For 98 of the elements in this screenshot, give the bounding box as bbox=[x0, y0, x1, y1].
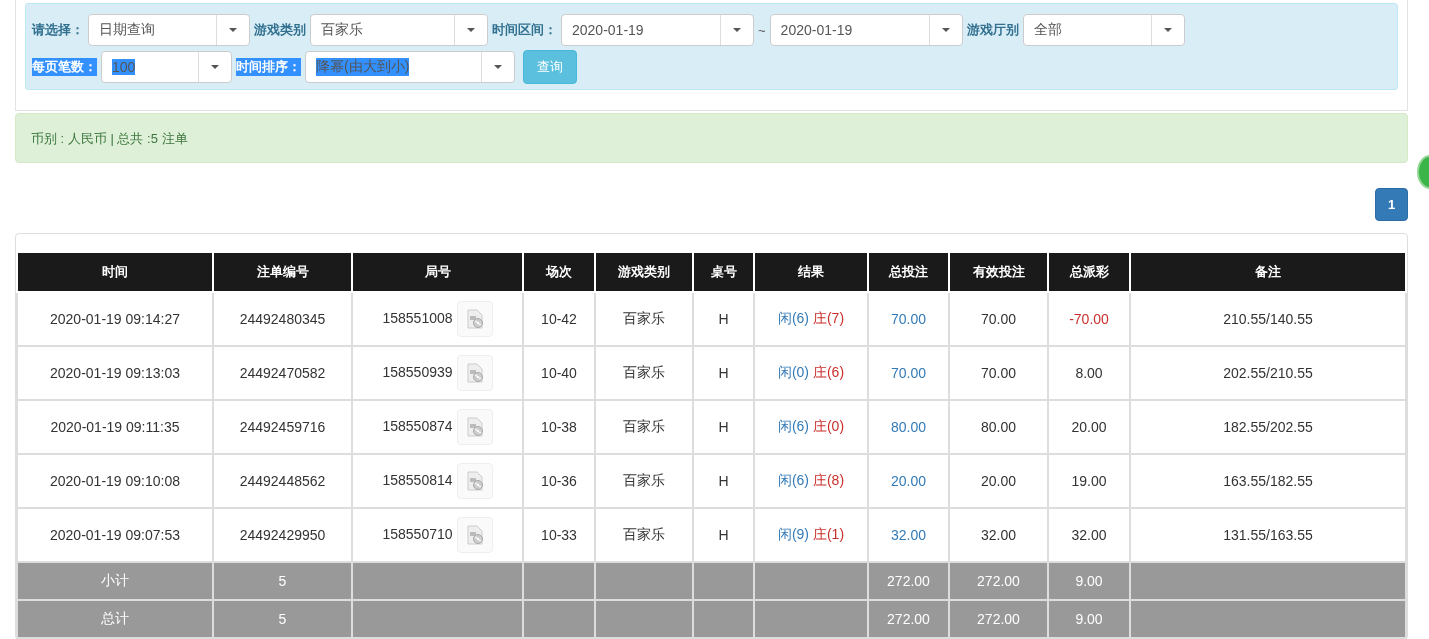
table-cell: 10-38 bbox=[523, 400, 595, 454]
caret-icon bbox=[229, 28, 237, 32]
table-cell[interactable]: 80.00 bbox=[868, 400, 949, 454]
table-cell: 10-40 bbox=[523, 346, 595, 400]
table-cell: 2020-01-19 09:14:27 bbox=[17, 292, 213, 346]
table-cell: 2020-01-19 09:10:08 bbox=[17, 454, 213, 508]
column-header: 总投注 bbox=[868, 253, 949, 292]
date-select-field[interactable]: 2020-01-19 bbox=[769, 14, 963, 46]
player-result: 闲(0) bbox=[777, 364, 810, 380]
player-result: 闲(6) bbox=[777, 310, 810, 326]
table-cell: H bbox=[693, 454, 754, 508]
caret-icon bbox=[494, 65, 502, 69]
table-cell: 19.00 bbox=[1048, 454, 1130, 508]
table-cell: 24492470582 bbox=[213, 346, 352, 400]
table-cell: 2020-01-19 09:13:03 bbox=[17, 346, 213, 400]
column-header: 结果 bbox=[754, 253, 868, 292]
table-cell: 2020-01-19 09:11:35 bbox=[17, 400, 213, 454]
total-cell: 5 bbox=[213, 600, 352, 638]
table-cell: 182.55/202.55 bbox=[1130, 400, 1406, 454]
table-cell: H bbox=[693, 400, 754, 454]
banker-result: 庄(8) bbox=[812, 472, 845, 488]
filter-label: 时间区间： bbox=[492, 21, 557, 39]
table-cell: 10-42 bbox=[523, 292, 595, 346]
column-header: 注单编号 bbox=[213, 253, 352, 292]
table-cell: 20.00 bbox=[949, 454, 1048, 508]
banker-result: 庄(7) bbox=[812, 310, 845, 326]
table-cell: 20.00 bbox=[1048, 400, 1130, 454]
video-replay-icon[interactable] bbox=[456, 301, 493, 337]
total-cell: 总计 bbox=[17, 600, 213, 638]
column-header: 总派彩 bbox=[1048, 253, 1130, 292]
banker-result: 庄(6) bbox=[812, 364, 845, 380]
total-cell: 272.00 bbox=[949, 600, 1048, 638]
table-cell: 163.55/182.55 bbox=[1130, 454, 1406, 508]
player-result: 闲(6) bbox=[777, 472, 810, 488]
table-cell[interactable]: 70.00 bbox=[868, 346, 949, 400]
caret-icon bbox=[733, 28, 741, 32]
range-separator: ~ bbox=[758, 22, 766, 38]
table-cell: H bbox=[693, 346, 754, 400]
column-header: 游戏类别 bbox=[595, 253, 693, 292]
table-cell: 158550874 bbox=[382, 417, 453, 434]
column-header: 场次 bbox=[523, 253, 595, 292]
table-cell: 百家乐 bbox=[595, 454, 693, 508]
video-replay-icon[interactable] bbox=[456, 517, 493, 553]
caret-icon bbox=[467, 28, 475, 32]
video-replay-icon[interactable] bbox=[456, 355, 493, 391]
player-result: 闲(6) bbox=[777, 418, 810, 434]
column-header: 桌号 bbox=[693, 253, 754, 292]
filter-label: 每页笔数： bbox=[32, 58, 97, 76]
column-header: 时间 bbox=[17, 253, 213, 292]
date-select-field[interactable]: 2020-01-19 bbox=[561, 14, 754, 46]
banker-result: 庄(1) bbox=[812, 526, 845, 542]
table-cell: 8.00 bbox=[1048, 346, 1130, 400]
banker-result: 庄(0) bbox=[812, 418, 845, 434]
table-cell: 158550710 bbox=[382, 525, 453, 542]
caret-icon bbox=[1163, 28, 1172, 32]
table-cell: 百家乐 bbox=[595, 400, 693, 454]
table-cell: 70.00 bbox=[949, 292, 1048, 346]
select-field[interactable]: 百家乐 bbox=[310, 14, 488, 46]
select-field[interactable]: 日期查询 bbox=[88, 14, 250, 46]
table-cell[interactable]: 20.00 bbox=[868, 454, 949, 508]
table-cell: 158550939 bbox=[382, 363, 453, 380]
table-cell: -70.00 bbox=[1048, 292, 1130, 346]
total-cell: 9.00 bbox=[1048, 562, 1130, 600]
total-cell: 5 bbox=[213, 562, 352, 600]
table-cell: 24492459716 bbox=[213, 400, 352, 454]
column-header: 有效投注 bbox=[949, 253, 1048, 292]
table-cell[interactable]: 70.00 bbox=[868, 292, 949, 346]
table-cell: 24492480345 bbox=[213, 292, 352, 346]
filter-label: 时间排序： bbox=[236, 58, 301, 76]
column-header: 备注 bbox=[1130, 253, 1406, 292]
column-header: 局号 bbox=[352, 253, 523, 292]
table-cell: 210.55/140.55 bbox=[1130, 292, 1406, 346]
caret-icon bbox=[211, 65, 219, 69]
table-cell: 158550814 bbox=[382, 471, 453, 488]
total-cell: 9.00 bbox=[1048, 600, 1130, 638]
summary-alert: 币别 : 人民币 | 总共 :5 注单 bbox=[15, 113, 1408, 163]
table-cell: 158551008 bbox=[382, 309, 453, 326]
page-button[interactable]: 1 bbox=[1375, 188, 1408, 221]
total-cell: 272.00 bbox=[949, 562, 1048, 600]
table-cell: 202.55/210.55 bbox=[1130, 346, 1406, 400]
total-cell: 272.00 bbox=[868, 562, 949, 600]
player-result: 闲(9) bbox=[777, 526, 810, 542]
table-cell: 百家乐 bbox=[595, 292, 693, 346]
caret-icon bbox=[941, 28, 950, 32]
table-cell: 24492448562 bbox=[213, 454, 352, 508]
video-replay-icon[interactable] bbox=[456, 409, 493, 445]
filter-label: 请选择： bbox=[32, 21, 84, 39]
table-cell: 百家乐 bbox=[595, 346, 693, 400]
table-cell: 10-36 bbox=[523, 454, 595, 508]
table-cell: 80.00 bbox=[949, 400, 1048, 454]
video-replay-icon[interactable] bbox=[456, 463, 493, 499]
total-cell: 272.00 bbox=[868, 600, 949, 638]
filter-label: 游戏厅别 bbox=[966, 21, 1019, 39]
total-cell: 小计 bbox=[17, 562, 213, 600]
table-cell: 70.00 bbox=[949, 346, 1048, 400]
table-cell: H bbox=[693, 292, 754, 346]
select-field[interactable]: 全部 bbox=[1022, 14, 1185, 46]
filter-label: 游戏类别 bbox=[254, 21, 306, 39]
